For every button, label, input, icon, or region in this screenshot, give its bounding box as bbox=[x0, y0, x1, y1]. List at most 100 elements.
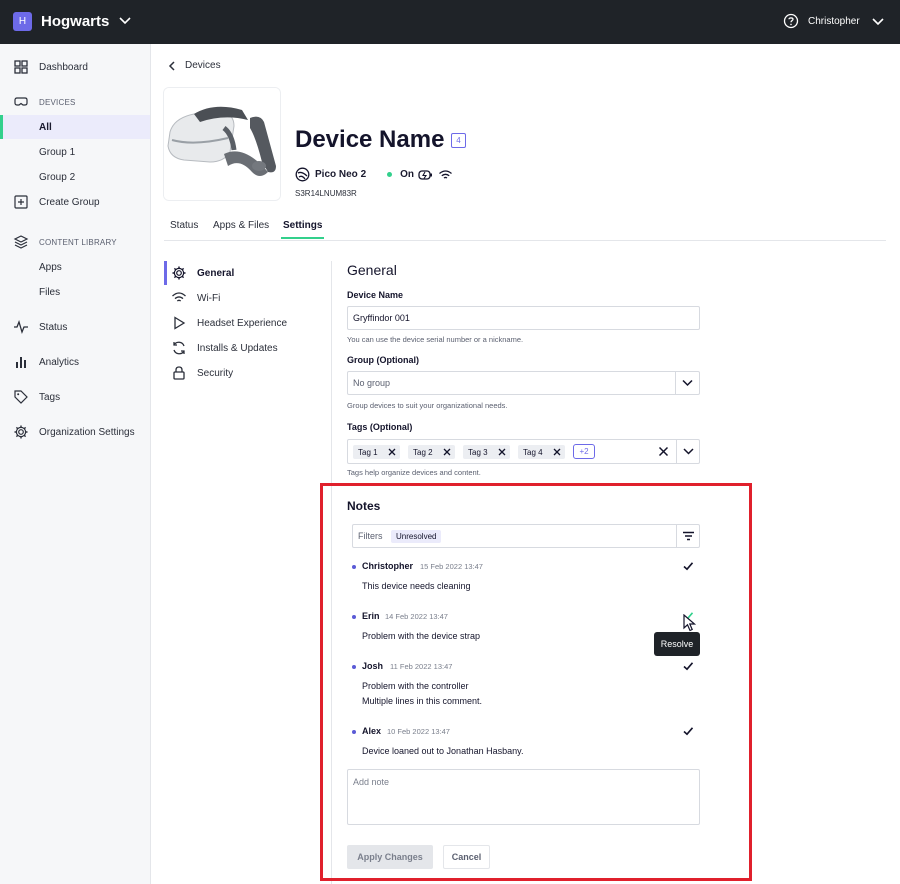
add-note-input[interactable]: Add note bbox=[347, 769, 700, 825]
gear-icon bbox=[172, 266, 186, 280]
group-select-toggle[interactable] bbox=[675, 372, 699, 394]
breadcrumb[interactable]: Devices bbox=[168, 60, 221, 71]
sidebar-item-dashboard[interactable]: Dashboard bbox=[0, 55, 150, 79]
section-title: General bbox=[347, 262, 397, 278]
apply-changes-button[interactable]: Apply Changes bbox=[347, 845, 433, 869]
filters-label: Filters bbox=[358, 531, 383, 541]
check-icon[interactable] bbox=[682, 725, 694, 737]
sidebar-item-files[interactable]: Files bbox=[0, 280, 150, 304]
top-bar: H Hogwarts Christopher bbox=[0, 0, 900, 44]
settings-nav-installs-updates[interactable]: Installs & Updates bbox=[171, 336, 321, 360]
tag-chip: Tag 3 bbox=[463, 445, 510, 459]
chevron-down-icon[interactable] bbox=[683, 446, 694, 457]
settings-nav-wifi[interactable]: Wi-Fi bbox=[171, 286, 321, 310]
plus-square-icon bbox=[14, 195, 28, 209]
filter-icon[interactable] bbox=[682, 530, 695, 542]
dashboard-icon bbox=[14, 60, 28, 74]
note-author: Erin bbox=[362, 611, 380, 621]
help-icon[interactable] bbox=[783, 13, 799, 29]
sidebar-item-organization-settings[interactable]: Organization Settings bbox=[0, 420, 150, 444]
tags-more-badge[interactable]: +2 bbox=[573, 444, 595, 459]
close-icon[interactable] bbox=[443, 448, 451, 456]
device-serial: S3R14LNUM83R bbox=[295, 189, 357, 198]
sidebar-item-analytics[interactable]: Analytics bbox=[0, 350, 150, 374]
note-timestamp: 14 Feb 2022 13:47 bbox=[385, 612, 448, 621]
pico-logo-icon bbox=[295, 167, 310, 182]
layers-icon bbox=[13, 235, 29, 249]
sidebar: Dashboard DEVICES All Group 1 Group 2 Cr… bbox=[0, 44, 151, 884]
note-text: Device loaned out to Jonathan Hasbany. bbox=[362, 746, 524, 756]
filter-divider bbox=[676, 525, 677, 547]
sidebar-item-label: Organization Settings bbox=[39, 426, 135, 438]
note-text: Multiple lines in this comment. bbox=[362, 696, 483, 706]
device-name-label: Device Name bbox=[347, 290, 404, 300]
settings-nav-active-indicator bbox=[164, 261, 167, 285]
close-icon[interactable] bbox=[498, 448, 506, 456]
user-name[interactable]: Christopher bbox=[808, 16, 860, 27]
lock-icon bbox=[173, 366, 185, 380]
sidebar-item-tags[interactable]: Tags bbox=[0, 385, 150, 409]
sidebar-item-apps[interactable]: Apps bbox=[0, 255, 150, 279]
note-text: This device needs cleaning bbox=[362, 581, 471, 591]
device-count-badge: 4 bbox=[451, 133, 466, 148]
bar-chart-icon bbox=[16, 357, 26, 368]
settings-nav-security[interactable]: Security bbox=[171, 361, 321, 385]
tag-chip-label: Tag 4 bbox=[523, 447, 543, 457]
sidebar-item-status[interactable]: Status bbox=[0, 315, 150, 339]
chevron-down-icon[interactable] bbox=[119, 16, 131, 26]
check-icon[interactable] bbox=[682, 660, 694, 672]
device-model: Pico Neo 2 bbox=[315, 169, 367, 180]
device-tabs: Status Apps & Files Settings bbox=[164, 220, 886, 241]
tab-settings[interactable]: Settings bbox=[280, 220, 325, 239]
clear-icon[interactable] bbox=[658, 446, 669, 457]
breadcrumb-devices-link[interactable]: Devices bbox=[185, 60, 221, 71]
note-timestamp: 15 Feb 2022 13:47 bbox=[420, 562, 483, 571]
sidebar-item-group-2[interactable]: Group 2 bbox=[0, 165, 150, 189]
resolve-tooltip: Resolve bbox=[654, 632, 700, 656]
filter-chip-unresolved[interactable]: Unresolved bbox=[391, 530, 442, 543]
note-author: Josh bbox=[362, 661, 384, 671]
device-name-value: Gryffindor 001 bbox=[353, 313, 410, 323]
sidebar-section-content-library: CONTENT LIBRARY bbox=[0, 230, 150, 254]
sidebar-item-label: Apps bbox=[39, 261, 62, 273]
tag-icon bbox=[14, 390, 28, 404]
close-icon[interactable] bbox=[388, 448, 396, 456]
cancel-button[interactable]: Cancel bbox=[443, 845, 490, 869]
sidebar-item-create-group[interactable]: Create Group bbox=[0, 190, 150, 214]
org-avatar[interactable]: H bbox=[13, 12, 32, 31]
tag-chip-label: Tag 3 bbox=[468, 447, 488, 457]
settings-nav-headset-experience[interactable]: Headset Experience bbox=[171, 311, 321, 335]
play-icon bbox=[174, 316, 186, 330]
notes-filter-bar[interactable]: Filters Unresolved bbox=[352, 524, 700, 548]
tab-apps-files[interactable]: Apps & Files bbox=[213, 220, 269, 231]
org-name[interactable]: Hogwarts bbox=[41, 13, 109, 30]
sidebar-item-label: Dashboard bbox=[39, 61, 88, 73]
note-timestamp: 11 Feb 2022 13:47 bbox=[390, 662, 453, 671]
group-select[interactable]: No group bbox=[347, 371, 700, 395]
sidebar-item-all[interactable]: All bbox=[0, 115, 150, 139]
check-icon[interactable] bbox=[682, 560, 694, 572]
sidebar-section-label: CONTENT LIBRARY bbox=[39, 237, 117, 247]
wifi-icon bbox=[439, 169, 452, 179]
close-icon[interactable] bbox=[553, 448, 561, 456]
device-name-title: Device Name bbox=[295, 126, 445, 153]
sidebar-item-group-1[interactable]: Group 1 bbox=[0, 140, 150, 164]
tag-chip-label: Tag 2 bbox=[413, 447, 433, 457]
device-name-input[interactable]: Gryffindor 001 bbox=[347, 306, 700, 330]
note-bullet bbox=[352, 665, 356, 669]
tags-label: Tags (Optional) bbox=[347, 422, 413, 432]
sidebar-item-label: Group 2 bbox=[39, 171, 76, 183]
note-text: Problem with the controller bbox=[362, 681, 469, 691]
settings-nav-general[interactable]: General bbox=[171, 261, 321, 285]
settings-nav-label: Security bbox=[197, 367, 234, 379]
chevron-left-icon bbox=[168, 60, 175, 71]
chevron-down-icon[interactable] bbox=[872, 17, 884, 27]
note-bullet bbox=[352, 615, 356, 619]
tags-select[interactable]: Tag 1 Tag 2 Tag 3 Tag 4 +2 bbox=[347, 439, 700, 464]
headset-icon bbox=[14, 97, 28, 106]
note-text: Problem with the device strap bbox=[362, 631, 481, 641]
charging-battery-icon bbox=[418, 169, 433, 180]
tag-chip: Tag 4 bbox=[518, 445, 565, 459]
note-timestamp: 10 Feb 2022 13:47 bbox=[387, 727, 450, 736]
tab-status[interactable]: Status bbox=[170, 220, 198, 231]
